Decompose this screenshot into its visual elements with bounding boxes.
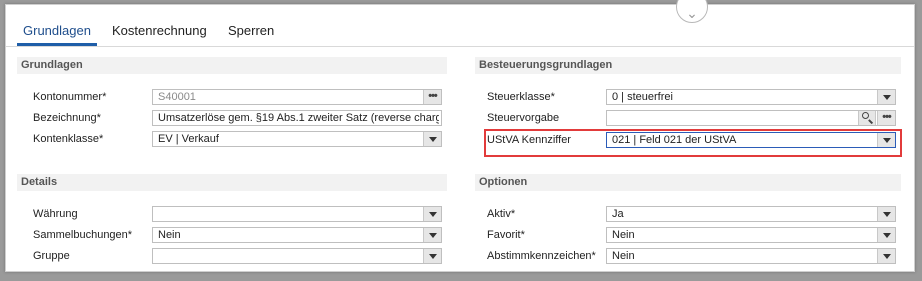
chevron-down-icon [429, 233, 437, 238]
abstimmkennzeichen-label: Abstimmkennzeichen* [487, 250, 596, 262]
tab-kostenrechnung[interactable]: Kostenrechnung [112, 23, 207, 38]
chevron-down-icon [429, 137, 437, 142]
steuerklasse-value: 0 | steuerfrei [612, 91, 673, 103]
kontenklasse-dropdown-button[interactable] [423, 132, 441, 146]
chevron-down-icon [883, 212, 891, 217]
chevron-down-icon [429, 254, 437, 259]
ustva-highlight-box [484, 129, 902, 157]
steuervorgabe-label: Steuervorgabe [487, 112, 560, 124]
steuerklasse-select[interactable]: 0 | steuerfrei [606, 89, 896, 105]
steuerklasse-label: Steuerklasse* [487, 91, 555, 103]
aktiv-select[interactable]: Ja [606, 206, 896, 222]
gruppe-dropdown-button[interactable] [423, 249, 441, 263]
steuervorgabe-search-button[interactable] [858, 111, 876, 125]
kontonummer-label: Kontonummer* [33, 91, 107, 103]
sammelbuchungen-dropdown-button[interactable] [423, 228, 441, 242]
kontenklasse-value: EV | Verkauf [158, 133, 219, 145]
tab-grundlagen[interactable]: Grundlagen [23, 23, 91, 38]
gruppe-select[interactable] [152, 248, 442, 264]
favorit-label: Favorit* [487, 229, 525, 241]
aktiv-label: Aktiv* [487, 208, 516, 220]
chevron-down-icon [429, 212, 437, 217]
section-header-besteuerung: Besteuerungsgrundlagen [475, 57, 901, 74]
sammelbuchungen-value: Nein [158, 229, 181, 241]
kontenklasse-label: Kontenklasse* [33, 133, 104, 145]
kontonummer-field[interactable]: S40001 ••• [152, 89, 442, 105]
abstimmkennzeichen-dropdown-button[interactable] [877, 249, 895, 263]
kontenklasse-select[interactable]: EV | Verkauf [152, 131, 442, 147]
circle-handle-icon[interactable]: ⌄ [676, 0, 708, 23]
section-header-details: Details [17, 174, 447, 191]
search-icon [862, 112, 869, 119]
waehrung-dropdown-button[interactable] [423, 207, 441, 221]
aktiv-dropdown-button[interactable] [877, 207, 895, 221]
waehrung-select[interactable] [152, 206, 442, 222]
tab-sperren[interactable]: Sperren [228, 23, 274, 38]
kontonummer-lookup-button[interactable]: ••• [423, 90, 441, 104]
ellipsis-icon: ••• [428, 90, 438, 102]
search-icon-handle [868, 119, 874, 124]
tab-divider [6, 46, 914, 47]
section-header-optionen: Optionen [475, 174, 901, 191]
chevron-down-icon [883, 233, 891, 238]
favorit-select[interactable]: Nein [606, 227, 896, 243]
sammelbuchungen-select[interactable]: Nein [152, 227, 442, 243]
steuervorgabe-lookup-button[interactable]: ••• [877, 111, 895, 125]
section-header-grundlagen: Grundlagen [17, 57, 447, 74]
sammelbuchungen-label: Sammelbuchungen* [33, 229, 133, 241]
waehrung-label: Währung [33, 208, 78, 220]
steuerklasse-dropdown-button[interactable] [877, 90, 895, 104]
gruppe-label: Gruppe [33, 250, 70, 262]
abstimmkennzeichen-select[interactable]: Nein [606, 248, 896, 264]
chevron-down-icon [883, 254, 891, 259]
aktiv-value: Ja [612, 208, 624, 220]
steuervorgabe-field[interactable]: ••• [606, 110, 896, 126]
bezeichnung-input[interactable]: Umsatzerlöse gem. §19 Abs.1 zweiter Satz… [152, 110, 442, 126]
bezeichnung-value: Umsatzerlöse gem. §19 Abs.1 zweiter Satz… [158, 112, 439, 124]
kontonummer-value: S40001 [158, 91, 196, 103]
bezeichnung-label: Bezeichnung* [33, 112, 101, 124]
ellipsis-icon: ••• [882, 111, 892, 123]
favorit-value: Nein [612, 229, 635, 241]
account-form-panel: ⌄ Grundlagen Kostenrechnung Sperren Grun… [5, 0, 915, 272]
favorit-dropdown-button[interactable] [877, 228, 895, 242]
chevron-down-icon [883, 95, 891, 100]
abstimmkennzeichen-value: Nein [612, 250, 635, 262]
